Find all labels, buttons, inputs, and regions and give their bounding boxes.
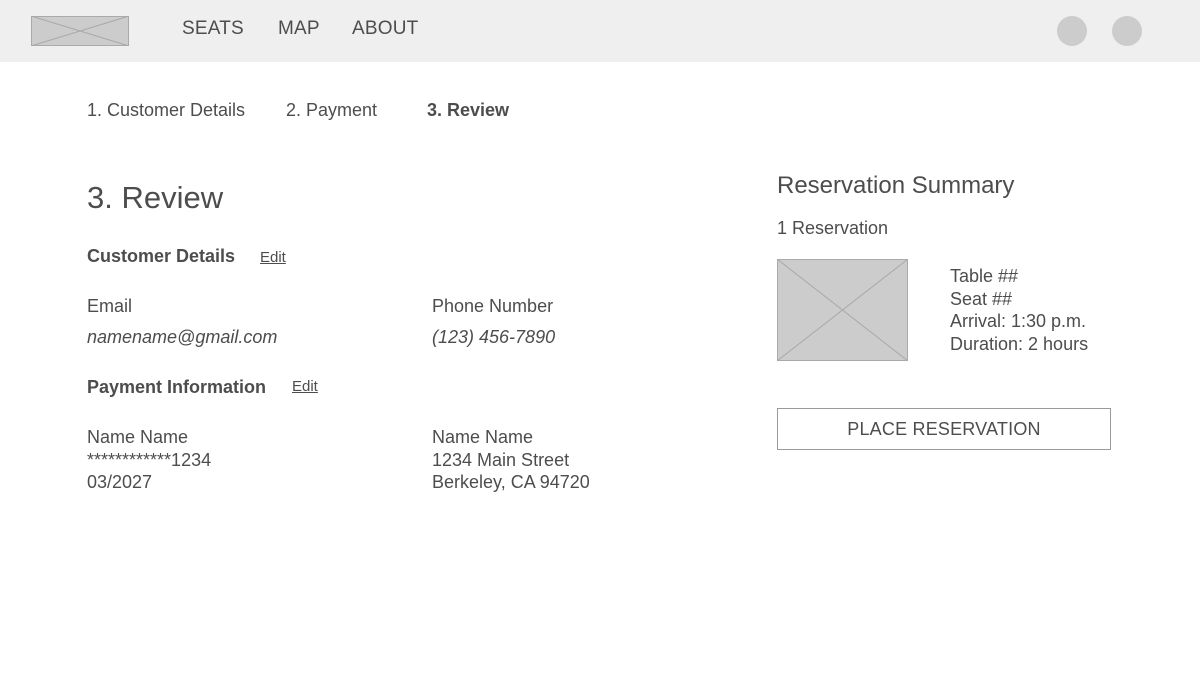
nav-map-link[interactable]: MAP <box>278 18 320 40</box>
edit-customer-details-link[interactable]: Edit <box>260 249 286 266</box>
reservation-count: 1 Reservation <box>777 218 889 238</box>
profile-avatar-icon[interactable] <box>1057 16 1087 46</box>
phone-label: Phone Number <box>432 296 554 316</box>
account-avatar-icon[interactable] <box>1112 16 1142 46</box>
edit-payment-information-link[interactable]: Edit <box>292 378 318 395</box>
payment-information-heading: Payment Information <box>87 377 267 397</box>
card-number: ************1234 <box>87 449 212 470</box>
cardholder-name: Name Name <box>87 427 189 447</box>
email-value: namename@gmail.com <box>87 327 278 347</box>
step-customer-details[interactable]: 1. Customer Details <box>87 100 245 121</box>
nav-about-link[interactable]: ABOUT <box>352 18 418 40</box>
logo-placeholder-icon[interactable] <box>31 16 129 46</box>
reservation-seat: Seat ## <box>950 288 1013 309</box>
place-reservation-button[interactable]: PLACE RESERVATION <box>777 408 1111 450</box>
reservation-details: Table ## Seat ## Arrival: 1:30 p.m. Dura… <box>950 265 1088 355</box>
email-label: Email <box>87 296 133 316</box>
reservation-arrival: Arrival: 1:30 p.m. <box>950 311 1087 331</box>
card-expiry: 03/2027 <box>87 472 153 492</box>
customer-details-heading: Customer Details <box>87 246 236 266</box>
phone-value: (123) 456-7890 <box>432 327 556 347</box>
reservation-table: Table ## <box>950 266 1019 286</box>
reservation-summary-title: Reservation Summary <box>777 172 1015 199</box>
billing-street: 1234 Main Street <box>432 449 570 470</box>
step-review[interactable]: 3. Review <box>427 100 509 121</box>
billing-city: Berkeley, CA 94720 <box>432 472 590 492</box>
nav-seats-link[interactable]: SEATS <box>182 18 244 40</box>
page-title: 3. Review <box>87 180 224 215</box>
card-details: Name Name ************1234 03/2027 <box>87 426 211 494</box>
step-payment[interactable]: 2. Payment <box>286 100 377 121</box>
billing-address: Name Name 1234 Main Street Berkeley, CA … <box>432 426 590 494</box>
top-navigation-bar: SEATS MAP ABOUT <box>0 0 1200 62</box>
reservation-image-placeholder-icon <box>777 259 908 361</box>
billing-name: Name Name <box>432 427 534 447</box>
reservation-duration: Duration: 2 hours <box>950 333 1089 354</box>
